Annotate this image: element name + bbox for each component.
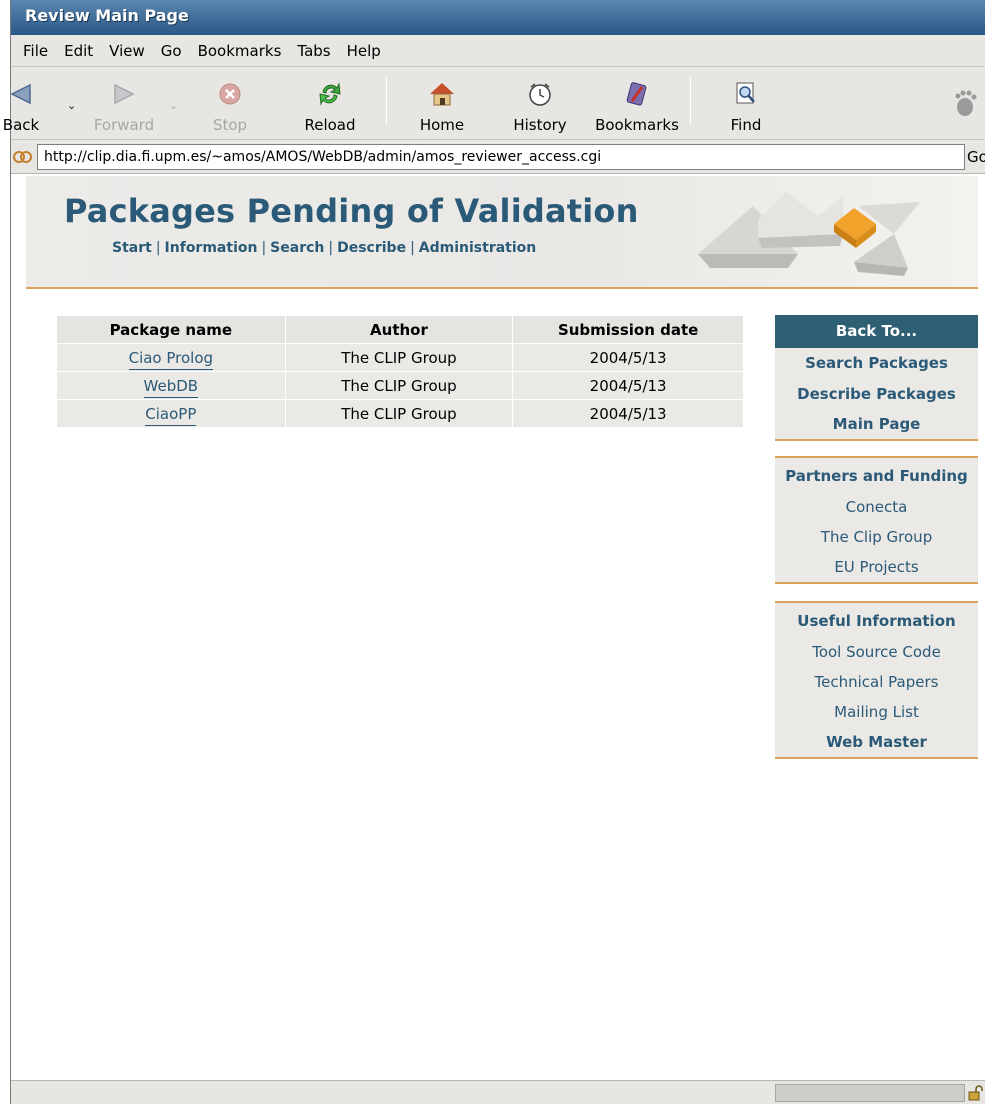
history-clock-icon bbox=[526, 80, 554, 108]
stop-icon bbox=[216, 80, 244, 108]
date-cell: 2004/5/13 bbox=[512, 343, 744, 372]
package-name-cell: CiaoPP bbox=[56, 399, 286, 428]
menu-bar: File Edit View Go Bookmarks Tabs Help bbox=[11, 35, 985, 67]
useful-info-heading: Useful Information bbox=[775, 601, 978, 637]
nav-administration-link[interactable]: Administration bbox=[419, 240, 536, 256]
back-button[interactable]: Back bbox=[0, 71, 49, 137]
partners-box: Partners and Funding Conecta The Clip Gr… bbox=[775, 456, 978, 584]
bookmarks-book-icon bbox=[623, 80, 651, 108]
technical-papers-link[interactable]: Technical Papers bbox=[775, 667, 978, 697]
find-button[interactable]: Find bbox=[701, 71, 791, 137]
page-banner: Packages Pending of Validation Start | Inf… bbox=[26, 176, 978, 289]
author-cell: The CLIP Group bbox=[284, 399, 514, 428]
reload-icon bbox=[316, 80, 344, 108]
menu-go[interactable]: Go bbox=[153, 42, 190, 60]
stop-label: Stop bbox=[212, 116, 248, 134]
clip-group-link[interactable]: The Clip Group bbox=[775, 522, 978, 552]
site-identity-icon bbox=[13, 149, 33, 165]
back-label: Back bbox=[2, 116, 40, 134]
sidebar: Back To... Search Packages Describe Pack… bbox=[775, 315, 978, 776]
package-link[interactable]: CiaoPP bbox=[145, 404, 197, 426]
menu-edit[interactable]: Edit bbox=[56, 42, 101, 60]
bookmarks-label: Bookmarks bbox=[595, 116, 679, 134]
package-name-cell: Ciao Prolog bbox=[56, 343, 286, 372]
date-cell: 2004/5/13 bbox=[512, 371, 744, 400]
back-history-dropdown-icon[interactable]: ⌄ bbox=[67, 99, 76, 112]
toolbar-separator bbox=[386, 77, 387, 125]
package-name-cell: WebDB bbox=[56, 371, 286, 400]
packages-table: Package name Author Submission date Ciao… bbox=[56, 315, 744, 428]
status-progress-bar bbox=[775, 1084, 965, 1102]
useful-info-box: Useful Information Tool Source Code Tech… bbox=[775, 601, 978, 759]
banner-decoration-art bbox=[658, 176, 978, 289]
back-to-heading: Back To... bbox=[775, 315, 978, 348]
home-label: Home bbox=[419, 116, 465, 134]
table-header-row: Package name Author Submission date bbox=[56, 315, 744, 344]
eu-projects-link[interactable]: EU Projects bbox=[775, 552, 978, 582]
conecta-link[interactable]: Conecta bbox=[775, 492, 978, 522]
forward-arrow-icon bbox=[110, 80, 138, 108]
page-content: Packages Pending of Validation Start | Inf… bbox=[11, 174, 985, 1080]
find-label: Find bbox=[730, 116, 762, 134]
search-packages-link[interactable]: Search Packages bbox=[775, 348, 978, 379]
back-to-box: Back To... Search Packages Describe Pack… bbox=[775, 315, 978, 441]
header-author: Author bbox=[284, 315, 514, 344]
forward-history-dropdown-icon[interactable]: ⌄ bbox=[169, 99, 178, 112]
address-bar: http://clip.dia.fi.upm.es/~amos/AMOS/Web… bbox=[11, 140, 985, 174]
home-icon bbox=[428, 80, 456, 108]
forward-button[interactable]: Forward bbox=[79, 71, 169, 137]
menu-tabs[interactable]: Tabs bbox=[289, 42, 338, 60]
menu-file[interactable]: File bbox=[15, 42, 56, 60]
find-magnifier-icon bbox=[732, 80, 760, 108]
menu-view[interactable]: View bbox=[101, 42, 153, 60]
table-row: Ciao Prolog The CLIP Group 2004/5/13 bbox=[56, 343, 744, 372]
reload-label: Reload bbox=[304, 116, 356, 134]
top-navigation: Start | Information | Search | Describe | Admini… bbox=[112, 240, 537, 256]
author-cell: The CLIP Group bbox=[284, 371, 514, 400]
author-cell: The CLIP Group bbox=[284, 343, 514, 372]
go-button[interactable]: Go bbox=[967, 148, 985, 166]
main-page-link[interactable]: Main Page bbox=[775, 409, 978, 439]
home-button[interactable]: Home bbox=[397, 71, 487, 137]
stop-button[interactable]: Stop bbox=[185, 71, 275, 137]
table-row: WebDB The CLIP Group 2004/5/13 bbox=[56, 371, 744, 400]
page-title: Packages Pending of Validation bbox=[64, 192, 639, 230]
menu-help[interactable]: Help bbox=[339, 42, 389, 60]
header-package-name: Package name bbox=[56, 315, 286, 344]
history-button[interactable]: History bbox=[495, 71, 585, 137]
window-title: Review Main Page bbox=[11, 0, 985, 35]
status-bar bbox=[11, 1080, 985, 1104]
date-cell: 2004/5/13 bbox=[512, 399, 744, 428]
header-submission-date: Submission date bbox=[512, 315, 744, 344]
nav-start-link[interactable]: Start bbox=[112, 240, 152, 256]
reload-button[interactable]: Reload bbox=[285, 71, 375, 137]
url-field[interactable]: http://clip.dia.fi.upm.es/~amos/AMOS/Web… bbox=[37, 144, 965, 170]
navigation-toolbar: Back ⌄ Forward ⌄ Stop Reload Home Histor… bbox=[3, 67, 985, 140]
forward-label: Forward bbox=[93, 116, 155, 134]
web-master-link[interactable]: Web Master bbox=[775, 727, 978, 757]
package-link[interactable]: Ciao Prolog bbox=[128, 348, 214, 370]
bookmarks-button[interactable]: Bookmarks bbox=[589, 71, 685, 137]
partners-heading: Partners and Funding bbox=[775, 456, 978, 492]
table-row: CiaoPP The CLIP Group 2004/5/13 bbox=[56, 399, 744, 428]
gnome-foot-throbber-icon bbox=[949, 87, 979, 117]
security-lock-icon[interactable] bbox=[967, 1084, 983, 1102]
describe-packages-link[interactable]: Describe Packages bbox=[775, 379, 978, 409]
tool-source-code-link[interactable]: Tool Source Code bbox=[775, 637, 978, 667]
browser-window: Review Main Page File Edit View Go Bookm… bbox=[3, 0, 985, 1104]
nav-search-link[interactable]: Search bbox=[270, 240, 324, 256]
package-link[interactable]: WebDB bbox=[143, 376, 199, 398]
toolbar-separator bbox=[690, 77, 691, 125]
nav-describe-link[interactable]: Describe bbox=[337, 240, 406, 256]
mailing-list-link[interactable]: Mailing List bbox=[775, 697, 978, 727]
back-arrow-icon bbox=[7, 80, 35, 108]
menu-bookmarks[interactable]: Bookmarks bbox=[190, 42, 290, 60]
history-label: History bbox=[513, 116, 567, 134]
nav-information-link[interactable]: Information bbox=[165, 240, 258, 256]
